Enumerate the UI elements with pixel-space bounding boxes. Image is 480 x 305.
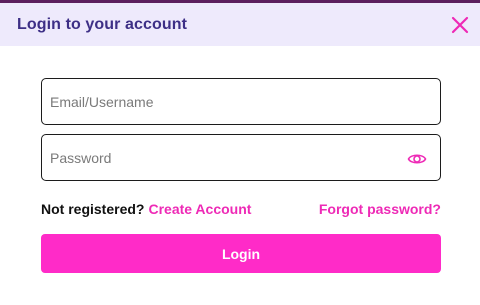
forgot-password-link[interactable]: Forgot password? [319, 201, 441, 217]
dialog-title: Login to your account [17, 15, 188, 33]
login-button[interactable]: Login [41, 234, 441, 273]
not-registered-text: Not registered? [41, 201, 145, 217]
password-field-box [41, 134, 441, 181]
email-username-input[interactable] [42, 79, 440, 124]
dialog-header: Login to your account [0, 3, 480, 46]
create-account-link[interactable]: Create Account [148, 201, 251, 217]
username-field-box [41, 78, 441, 125]
password-input[interactable] [42, 135, 440, 180]
close-icon[interactable] [450, 15, 470, 35]
links-row: Not registered? Create Account Forgot pa… [41, 199, 441, 219]
eye-icon[interactable] [407, 149, 427, 169]
